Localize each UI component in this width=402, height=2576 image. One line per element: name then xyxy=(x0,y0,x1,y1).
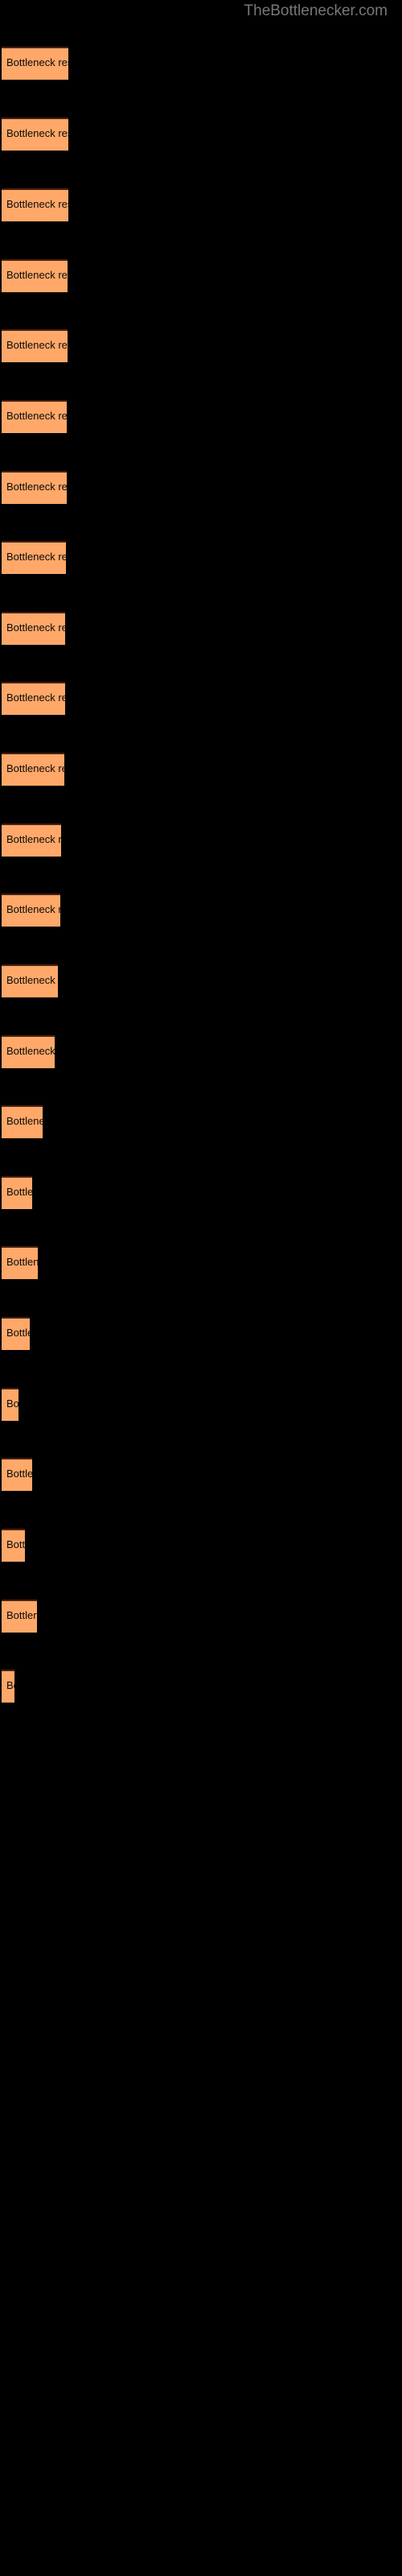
bottleneck-result-bar[interactable]: Bottleneck result xyxy=(2,118,68,151)
bar-label: Bottleneck result xyxy=(6,339,68,351)
bar-label: Bottleneck result xyxy=(6,551,66,563)
bottleneck-result-bar[interactable]: Bottleneck result xyxy=(2,1317,30,1350)
bottleneck-result-bar[interactable]: Bottleneck result xyxy=(2,1670,14,1703)
bar-label: Bottleneck result xyxy=(6,762,64,774)
bar-label: Bottleneck result xyxy=(6,974,58,986)
bar-label: Bottleneck result xyxy=(6,1186,32,1198)
bottleneck-result-bar[interactable]: Bottleneck result xyxy=(2,471,67,504)
bar-label: Bottleneck result xyxy=(6,1538,25,1550)
bar-label: Bottleneck result xyxy=(6,1256,38,1268)
bottleneck-result-bar[interactable]: Bottleneck result xyxy=(2,753,64,786)
bar-label: Bottleneck result xyxy=(6,269,68,281)
bottleneck-result-bar[interactable]: Bottleneck result xyxy=(2,1176,32,1209)
bottleneck-result-bar[interactable]: Bottleneck result xyxy=(2,259,68,292)
bottleneck-result-bar[interactable]: Bottleneck result xyxy=(2,47,68,80)
bar-label: Bottleneck result xyxy=(6,621,65,634)
bar-label: Bottleneck result xyxy=(6,1327,30,1339)
bar-label: Bottleneck result xyxy=(6,1397,18,1410)
bottleneck-result-bar[interactable]: Bottleneck result xyxy=(2,1458,32,1491)
bar-label: Bottleneck result xyxy=(6,903,60,915)
bar-label: Bottleneck result xyxy=(6,1468,32,1480)
bar-label: Bottleneck result xyxy=(6,1045,55,1057)
bottleneck-result-bar[interactable]: Bottleneck result xyxy=(2,1246,38,1279)
bottleneck-result-bar[interactable]: Bottleneck result xyxy=(2,1600,37,1633)
bottleneck-result-bar[interactable]: Bottleneck result xyxy=(2,1105,43,1138)
bar-label: Bottleneck result xyxy=(6,691,65,704)
bar-label: Bottleneck result xyxy=(6,198,68,210)
bottleneck-result-bar[interactable]: Bottleneck result xyxy=(2,400,67,433)
bottleneck-result-bar[interactable]: Bottleneck result xyxy=(2,1388,18,1421)
bar-label: Bottleneck result xyxy=(6,1679,14,1691)
bottleneck-result-bar[interactable]: Bottleneck result xyxy=(2,612,65,645)
bar-label: Bottleneck result xyxy=(6,1115,43,1127)
bottleneck-result-bar[interactable]: Bottleneck result xyxy=(2,824,61,857)
bottleneck-result-bar[interactable]: Bottleneck result xyxy=(2,894,60,927)
bottleneck-result-bar[interactable]: Bottleneck result xyxy=(2,1529,25,1562)
bottleneck-result-bar[interactable]: Bottleneck result xyxy=(2,682,65,715)
bottleneck-result-bar[interactable]: Bottleneck result xyxy=(2,1035,55,1068)
bar-label: Bottleneck result xyxy=(6,127,68,139)
bar-label: Bottleneck result xyxy=(6,833,61,845)
bottleneck-result-bar[interactable]: Bottleneck result xyxy=(2,541,66,574)
bottleneck-bar-chart: Bottleneck result Bottleneck result Bottle… xyxy=(0,0,402,2576)
bottleneck-result-bar[interactable]: Bottleneck result xyxy=(2,329,68,362)
bar-label: Bottleneck result xyxy=(6,1609,37,1621)
page-root: TheBottlenecker.com Bottleneck resultBot… xyxy=(0,0,402,2576)
bar-label: Bottleneck result xyxy=(6,410,67,422)
bar-label: Bottleneck result xyxy=(6,56,68,68)
bottleneck-result-bar[interactable]: Bottleneck result xyxy=(2,188,68,221)
bottleneck-result-bar[interactable]: Bottleneck result xyxy=(2,964,58,997)
bar-label: Bottleneck result xyxy=(6,481,67,493)
